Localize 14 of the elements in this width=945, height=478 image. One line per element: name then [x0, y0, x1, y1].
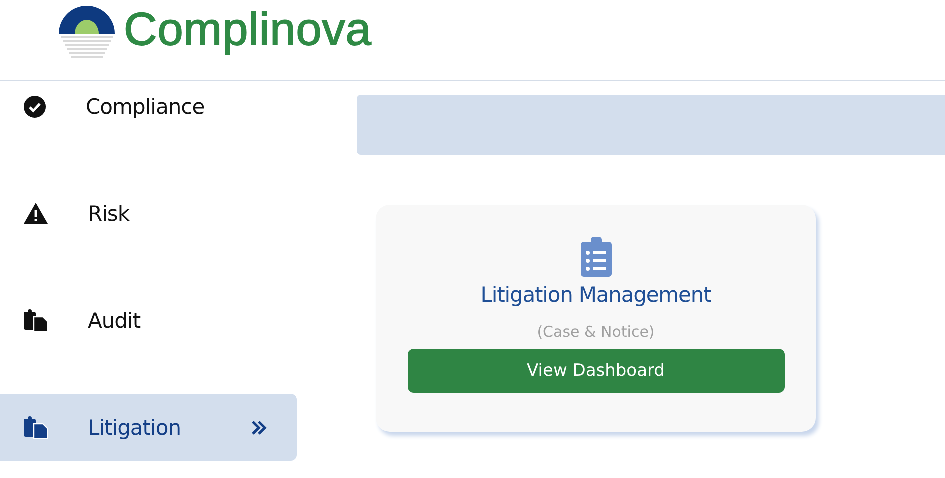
double-chevron-icon: [251, 420, 267, 434]
clipboard-list-icon: [580, 237, 612, 277]
clipboards-icon: [24, 416, 48, 439]
card-subtitle: (Case & Notice): [537, 323, 655, 341]
sidebar-item[interactable]: Litigation: [0, 394, 297, 461]
sidebar-item[interactable]: Compliance: [0, 73, 297, 140]
card-title: Litigation Management: [480, 283, 712, 307]
clipboards-icon: [24, 309, 48, 332]
sidebar-item[interactable]: Risk: [0, 180, 297, 247]
view-dashboard-button[interactable]: View Dashboard: [408, 349, 784, 393]
brand-name: Complinova: [124, 2, 372, 56]
warning-icon: [24, 203, 48, 224]
check-circle-icon: [24, 96, 46, 118]
sidebar-item[interactable]: Audit: [0, 287, 297, 354]
